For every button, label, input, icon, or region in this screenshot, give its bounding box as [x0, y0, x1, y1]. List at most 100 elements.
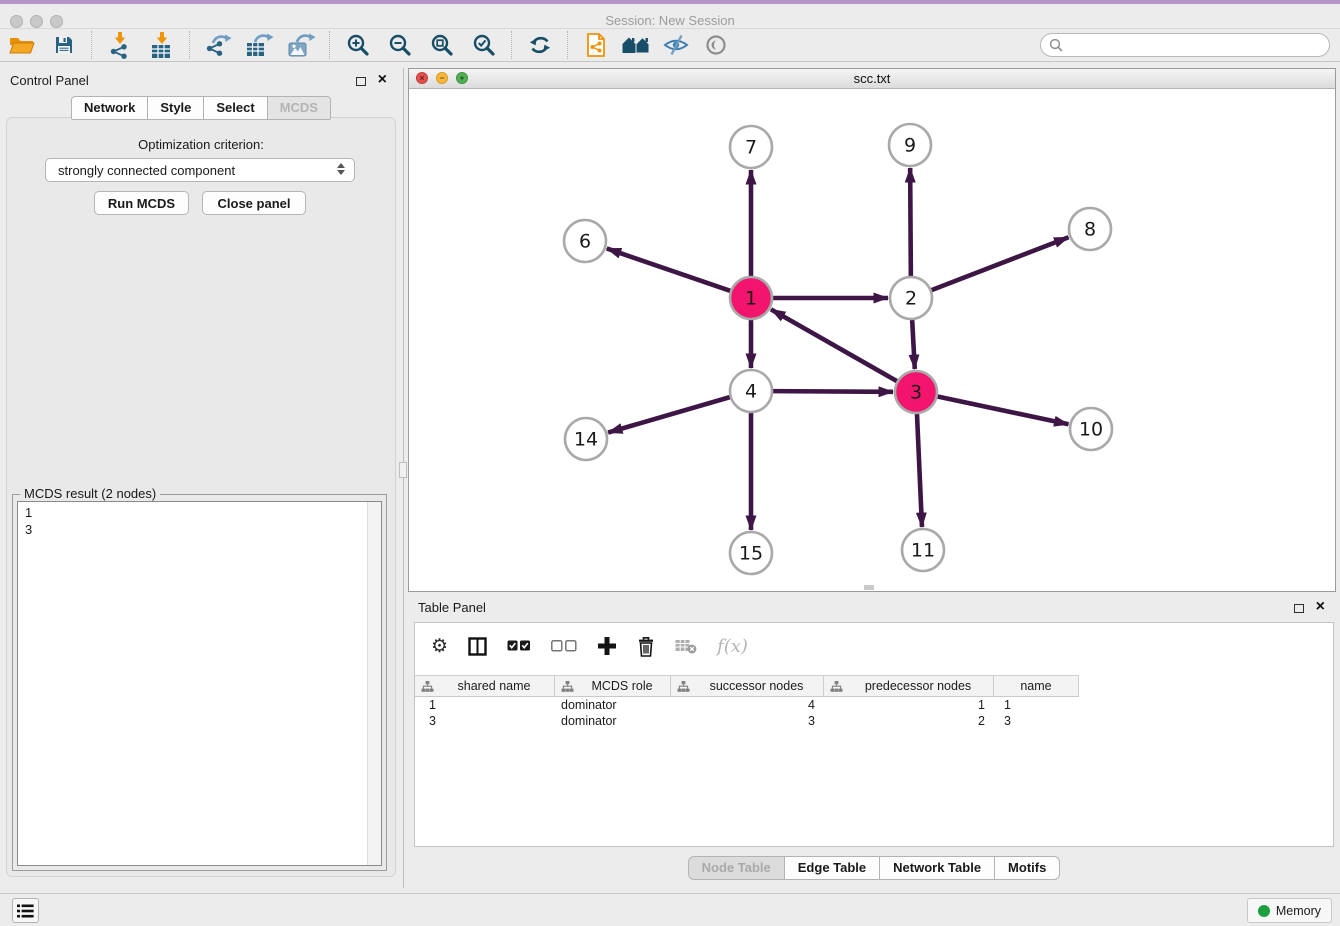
- zoom-in-icon[interactable]: [344, 31, 372, 59]
- select-all-icon[interactable]: [507, 640, 531, 652]
- tab-motifs[interactable]: Motifs: [995, 856, 1060, 880]
- node-table-header: shared nameMCDS rolesuccessor nodesprede…: [415, 675, 1079, 697]
- cell-name[interactable]: 3: [994, 714, 1079, 728]
- canvas-scrollbar-thumb[interactable]: [864, 585, 874, 590]
- cell-shared-name[interactable]: 3: [415, 714, 555, 728]
- graph-node-15[interactable]: 15: [730, 532, 772, 574]
- search-icon: [1049, 38, 1063, 52]
- float-panel-icon[interactable]: [356, 74, 366, 89]
- divider-grab-handle[interactable]: [399, 462, 407, 478]
- edge-2-8[interactable]: [932, 237, 1069, 290]
- network-from-file-icon[interactable]: [582, 31, 610, 59]
- toolbar-separator: [511, 31, 513, 59]
- svg-text:6: 6: [579, 231, 591, 253]
- svg-text:9: 9: [904, 135, 916, 157]
- import-table-icon[interactable]: [148, 31, 176, 59]
- open-folder-icon[interactable]: [8, 31, 36, 59]
- column-header-shared-name[interactable]: shared name: [415, 676, 555, 696]
- deselect-all-icon[interactable]: [551, 640, 577, 652]
- result-scrollbar[interactable]: [367, 502, 381, 865]
- cell-successor-nodes[interactable]: 4: [671, 698, 824, 712]
- edge-4-14[interactable]: [608, 397, 730, 432]
- graph-node-11[interactable]: 11: [902, 529, 944, 571]
- refresh-icon[interactable]: [526, 31, 554, 59]
- tab-mcds[interactable]: MCDS: [268, 96, 331, 120]
- graph-node-10[interactable]: 10: [1070, 408, 1112, 450]
- search-box[interactable]: [1040, 33, 1330, 57]
- run-mcds-button[interactable]: Run MCDS: [94, 191, 189, 215]
- tab-node-table[interactable]: Node Table: [688, 856, 785, 880]
- graph-node-9[interactable]: 9: [889, 124, 931, 166]
- cell-predecessor-nodes[interactable]: 1: [824, 698, 994, 712]
- hide-graphics-details-icon[interactable]: [662, 31, 690, 59]
- cell-mcds-role[interactable]: dominator: [555, 698, 671, 712]
- graph-node-7[interactable]: 7: [730, 126, 772, 168]
- cyndex-home-icon[interactable]: [622, 31, 650, 59]
- import-network-icon[interactable]: [106, 31, 134, 59]
- graph-node-1[interactable]: 1: [730, 277, 772, 319]
- search-input[interactable]: [1063, 37, 1329, 53]
- float-table-panel-icon[interactable]: [1294, 601, 1304, 616]
- edge-3-11[interactable]: [917, 414, 922, 527]
- network-canvas[interactable]: 7 9 6 8 1 2 4 3 14 10 15 11: [409, 88, 1335, 591]
- zoom-out-icon[interactable]: [386, 31, 414, 59]
- edge-1-6[interactable]: [607, 248, 730, 290]
- export-network-icon[interactable]: [204, 31, 232, 59]
- table-row[interactable]: 1dominator411: [415, 697, 1333, 713]
- tab-edge-table[interactable]: Edge Table: [785, 856, 880, 880]
- control-panel: Control Panel × NetworkStyleSelectMCDS O…: [0, 68, 402, 888]
- cell-predecessor-nodes[interactable]: 2: [824, 714, 994, 728]
- edge-3-1[interactable]: [771, 309, 897, 381]
- table-row[interactable]: 3dominator323: [415, 713, 1333, 729]
- dropdown-value: strongly connected component: [58, 163, 235, 178]
- graph-node-14[interactable]: 14: [565, 418, 607, 460]
- svg-text:10: 10: [1079, 419, 1103, 441]
- status-bar: Memory: [0, 893, 1340, 926]
- cell-mcds-role[interactable]: dominator: [555, 714, 671, 728]
- show-columns-icon[interactable]: [468, 637, 487, 656]
- network-window-titlebar[interactable]: × − + scc.txt: [409, 69, 1335, 89]
- delete-rows-icon[interactable]: [637, 636, 655, 657]
- application-window: Session: New Session: [0, 0, 1340, 926]
- tab-network[interactable]: Network: [71, 96, 148, 120]
- show-panels-button[interactable]: [12, 898, 39, 923]
- tab-network-table[interactable]: Network Table: [880, 856, 995, 880]
- memory-button[interactable]: Memory: [1247, 898, 1332, 923]
- close-panel-button[interactable]: Close panel: [202, 191, 306, 215]
- graph-node-4[interactable]: 4: [730, 370, 772, 412]
- cell-successor-nodes[interactable]: 3: [671, 714, 824, 728]
- zoom-fit-icon[interactable]: [428, 31, 456, 59]
- graph-node-6[interactable]: 6: [564, 220, 606, 262]
- network-window-title: scc.txt: [409, 71, 1335, 86]
- column-header-mcds-role[interactable]: MCDS role: [555, 676, 671, 696]
- optimization-criterion-dropdown[interactable]: strongly connected component: [45, 158, 355, 182]
- add-row-icon[interactable]: [597, 636, 617, 656]
- settings-gear-icon[interactable]: ⚙: [431, 637, 448, 656]
- close-panel-icon[interactable]: ×: [378, 75, 387, 85]
- show-graphics-preview-icon[interactable]: [702, 31, 730, 59]
- graph-node-3[interactable]: 3: [895, 371, 937, 413]
- cell-name[interactable]: 1: [994, 698, 1079, 712]
- table-panel-tabs: Node TableEdge TableNetwork TableMotifs: [408, 856, 1340, 880]
- cell-shared-name[interactable]: 1: [415, 698, 555, 712]
- memory-status-icon: [1258, 905, 1270, 917]
- export-image-icon[interactable]: [288, 31, 316, 59]
- graph-node-2[interactable]: 2: [890, 277, 932, 319]
- panel-divider[interactable]: [403, 68, 404, 888]
- save-session-icon[interactable]: [50, 31, 78, 59]
- tab-select[interactable]: Select: [204, 96, 267, 120]
- node-table-container: ⚙: [414, 622, 1334, 847]
- column-header-successor-nodes[interactable]: successor nodes: [671, 676, 824, 696]
- column-header-name[interactable]: name: [994, 676, 1079, 696]
- column-header-predecessor-nodes[interactable]: predecessor nodes: [824, 676, 994, 696]
- mcds-result-area[interactable]: 1 3: [17, 501, 382, 866]
- edge-2-3[interactable]: [912, 320, 915, 369]
- tab-style[interactable]: Style: [148, 96, 204, 120]
- edge-3-10[interactable]: [938, 397, 1069, 425]
- edge-2-9[interactable]: [910, 168, 911, 276]
- close-table-panel-icon[interactable]: ×: [1316, 602, 1325, 612]
- graph-node-8[interactable]: 8: [1069, 208, 1111, 250]
- export-table-icon[interactable]: [246, 31, 274, 59]
- zoom-selected-icon[interactable]: [470, 31, 498, 59]
- edge-4-3[interactable]: [773, 391, 893, 392]
